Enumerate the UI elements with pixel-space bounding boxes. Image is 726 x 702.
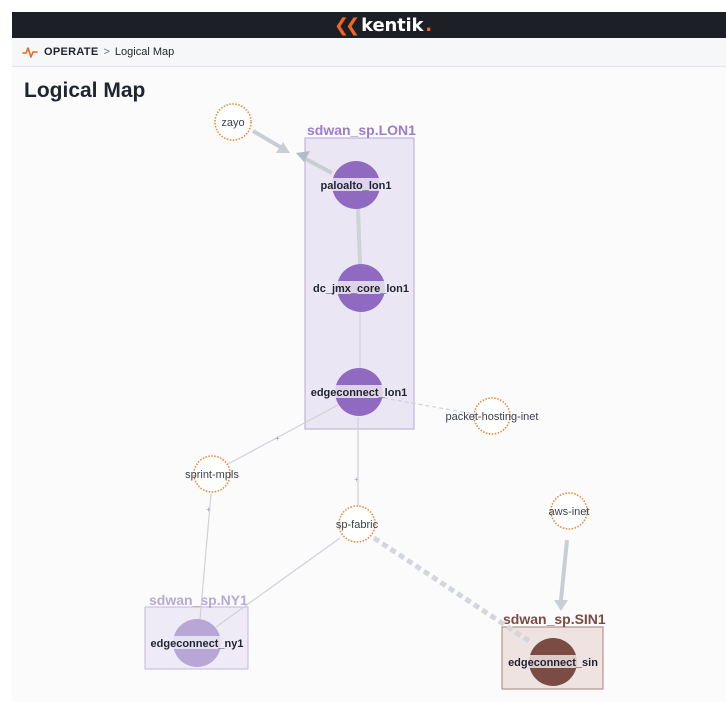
external-node-sp-fabric[interactable]: sp-fabric [336,505,379,543]
link-marker: + [275,434,280,443]
link-zayo-paloalto[interactable] [251,129,284,150]
device-label-paloalto-lon1: paloalto_lon1 [321,180,392,192]
external-label-sprint-mpls: sprint-mpls [185,469,239,481]
external-node-sprint-mpls[interactable]: sprint-mpls [185,455,239,493]
link-edge-sprint[interactable] [227,404,339,465]
link-spfabric-ny1[interactable] [215,537,341,628]
link-aws-sin[interactable] [559,539,569,601]
link-arrow-head [554,600,568,611]
link-marker: + [354,475,359,484]
link-spfabric-sin[interactable] [372,535,534,646]
site-label-sin1: sdwan_sp.SIN1 [503,611,606,627]
link-paloalto-core[interactable] [356,207,362,265]
device-label-dc-jmx-core-lon1: dc_jmx_core_lon1 [313,283,409,295]
external-node-zayo[interactable]: zayo [214,103,252,141]
external-node-aws-inet[interactable]: aws-inet [549,492,590,530]
logical-map-diagram[interactable]: sdwan_sp.LON1 sdwan_sp.NY1 sdwan_sp.SIN1… [0,0,726,702]
site-label-ny1: sdwan_sp.NY1 [149,592,248,608]
external-node-packet-hosting-inet[interactable]: packet-hosting-inet [446,397,539,435]
external-label-sp-fabric: sp-fabric [336,519,379,531]
external-label-zayo: zayo [221,117,244,129]
external-label-aws-inet: aws-inet [549,506,590,518]
device-label-edgeconnect-sin: edgeconnect_sin [508,657,598,669]
link-marker: + [206,505,211,514]
site-label-lon1: sdwan_sp.LON1 [307,122,416,138]
device-label-edgeconnect-ny1: edgeconnect_ny1 [151,638,244,650]
device-label-edgeconnect-lon1: edgeconnect_lon1 [311,387,408,399]
external-label-packet-hosting-inet: packet-hosting-inet [446,411,539,423]
